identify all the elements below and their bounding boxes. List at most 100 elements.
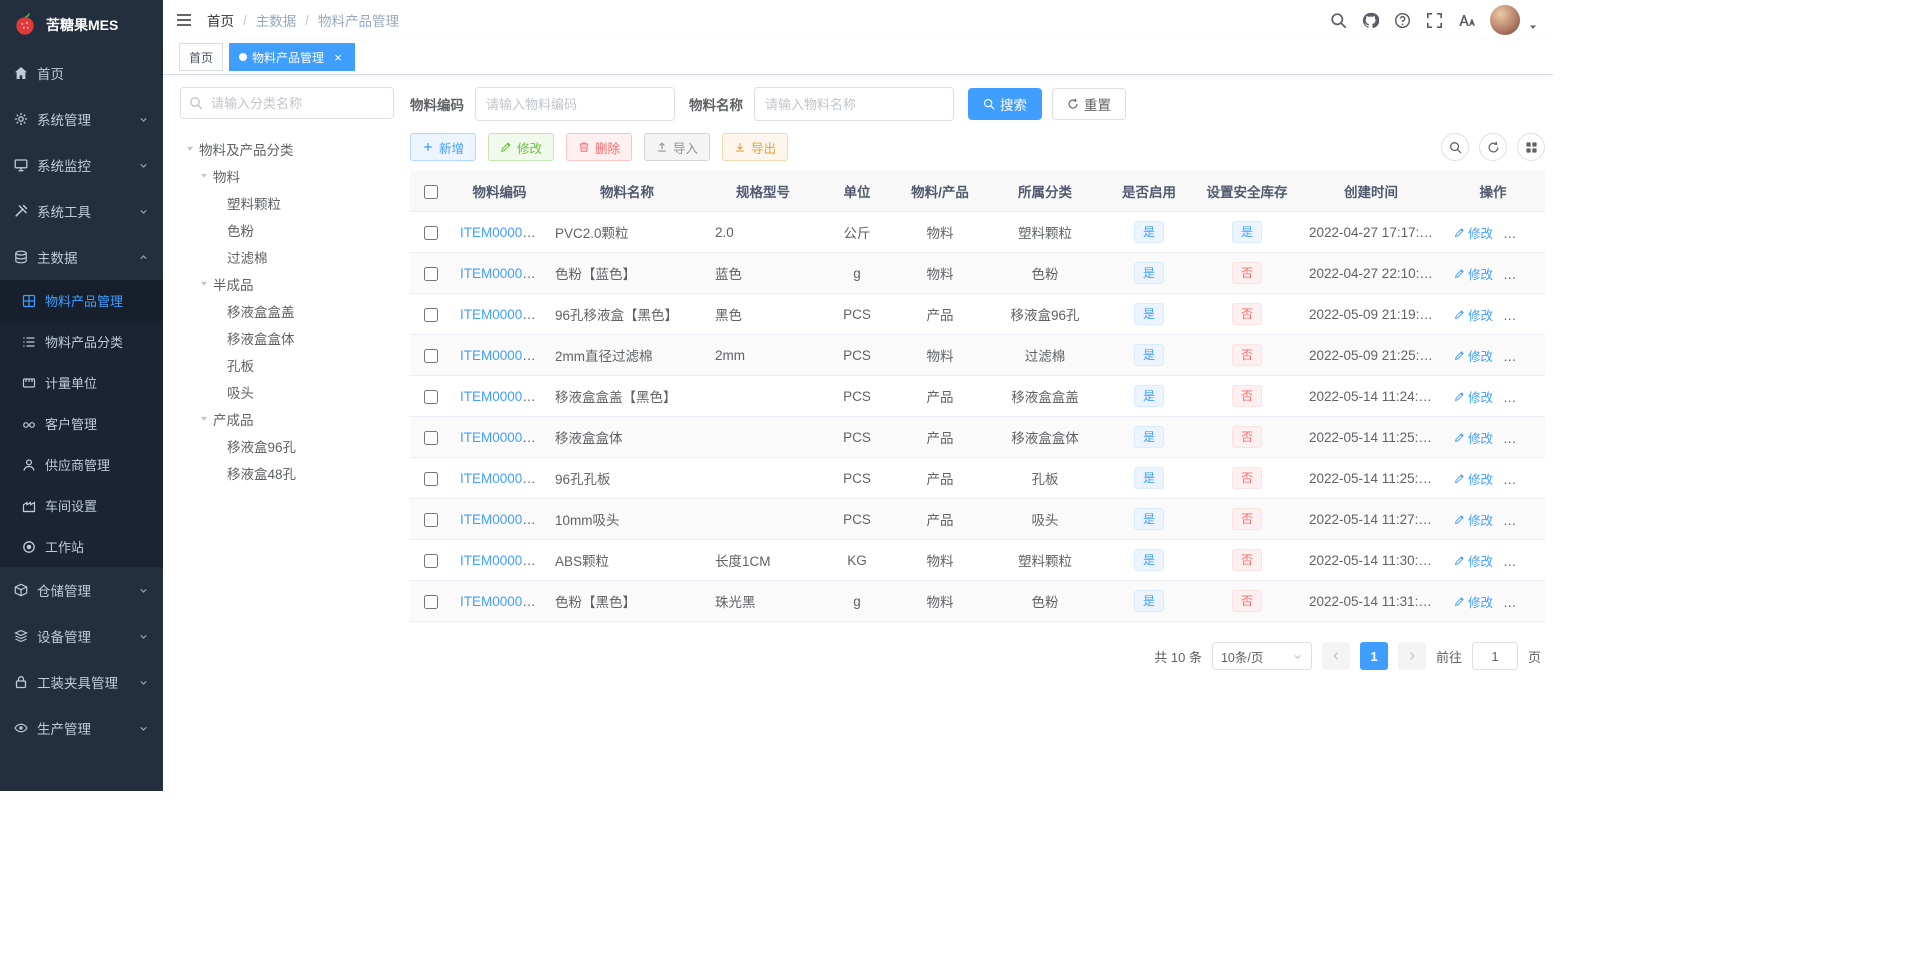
reset-button[interactable]: 重置 <box>1052 88 1126 120</box>
sidebar-item-warehouse-management[interactable]: 仓储管理 <box>0 567 163 613</box>
edit-button[interactable]: 修改 <box>488 133 555 161</box>
tree-node[interactable]: 移液盒96孔 <box>184 432 394 459</box>
type-cell: 产品 <box>895 293 985 335</box>
sidebar-item-customer-management[interactable]: 客户管理 <box>0 403 163 444</box>
sidebar-item-supplier-management[interactable]: 供应商管理 <box>0 444 163 485</box>
navbar-fullscreen-icon[interactable] <box>1426 12 1443 29</box>
sidebar-item-system-management[interactable]: 系统管理 <box>0 96 163 142</box>
next-page-button[interactable] <box>1397 642 1426 670</box>
sidebar-item-fixture-management[interactable]: 工装夹具管理 <box>0 659 163 705</box>
prev-page-button[interactable] <box>1321 642 1350 670</box>
material-code-link[interactable]: ITEM00000052 <box>460 430 547 445</box>
row-edit-button[interactable]: 修改 <box>1454 305 1493 324</box>
tree-node[interactable]: 过滤棉 <box>184 243 394 270</box>
tree-node[interactable]: 移液盒盒体 <box>184 324 394 351</box>
select-all-checkbox[interactable] <box>424 184 438 199</box>
current-page-button[interactable]: 1 <box>1359 642 1388 670</box>
edit-icon <box>1454 555 1465 566</box>
material-code-link[interactable]: ITEM00000055 <box>460 553 547 568</box>
tree-node[interactable]: 吸头 <box>184 378 394 405</box>
navbar-github-icon[interactable] <box>1362 12 1379 29</box>
user-avatar[interactable] <box>1490 5 1520 35</box>
material-code-link[interactable]: ITEM00000056 <box>460 594 547 609</box>
app-logo[interactable]: 苦糖果MES <box>0 0 163 50</box>
navbar-search-icon[interactable] <box>1330 12 1347 29</box>
sidebar-item-workstation[interactable]: 工作站 <box>0 526 163 567</box>
material-code-link[interactable]: ITEM00000053 <box>460 471 547 486</box>
close-icon[interactable]: × <box>331 50 345 64</box>
category-search-input[interactable] <box>180 87 394 119</box>
material-code-link[interactable]: ITEM00000049 <box>460 348 547 363</box>
export-button[interactable]: 导出 <box>722 133 789 161</box>
material-code-input[interactable] <box>475 87 675 121</box>
row-checkbox[interactable] <box>424 512 438 527</box>
tree-node[interactable]: 物料及产品分类 <box>184 135 394 162</box>
page-size-select[interactable]: 10条/页 <box>1211 642 1312 670</box>
sidebar-item-master-data[interactable]: 主数据 <box>0 234 163 280</box>
row-checkbox[interactable] <box>424 348 438 363</box>
row-checkbox[interactable] <box>424 225 438 240</box>
row-edit-button[interactable]: 修改 <box>1454 469 1493 488</box>
material-code-link[interactable]: ITEM00000054 <box>460 512 547 527</box>
goto-page-input[interactable] <box>1471 642 1518 670</box>
search-toggle-button[interactable] <box>1441 133 1469 161</box>
sidebar-item-workshop-settings[interactable]: 车间设置 <box>0 485 163 526</box>
tree-node[interactable]: 半成品 <box>184 270 394 297</box>
caret-down-icon[interactable] <box>1527 21 1539 33</box>
row-edit-label: 修改 <box>1468 595 1494 610</box>
tree-node[interactable]: 移液盒48孔 <box>184 459 394 486</box>
sidebar-item-equipment-management[interactable]: 设备管理 <box>0 613 163 659</box>
row-edit-button[interactable]: 修改 <box>1454 223 1493 242</box>
columns-button[interactable] <box>1517 133 1545 161</box>
tree-node[interactable]: 移液盒盒盖 <box>184 297 394 324</box>
hamburger-icon[interactable] <box>175 13 193 27</box>
row-edit-button[interactable]: 修改 <box>1454 428 1493 447</box>
delete-button[interactable]: 删除 <box>566 133 633 161</box>
navbar-font-size-icon[interactable] <box>1458 12 1475 29</box>
tree-node[interactable]: 塑料颗粒 <box>184 189 394 216</box>
row-edit-label: 修改 <box>1468 267 1494 282</box>
search-button[interactable]: 搜索 <box>968 88 1042 120</box>
sidebar-submenu-master-data: 物料产品管理 物料产品分类 计量单位 客户管理 供应商管理 车间设置 工作站 <box>0 280 163 567</box>
tree-node[interactable]: 物料 <box>184 162 394 189</box>
material-name-input[interactable] <box>754 87 954 121</box>
sidebar-item-measurement-unit[interactable]: 计量单位 <box>0 362 163 403</box>
tree-node[interactable]: 色粉 <box>184 216 394 243</box>
sidebar-item-production-management[interactable]: 生产管理 <box>0 705 163 751</box>
row-edit-button[interactable]: 修改 <box>1454 592 1493 611</box>
row-edit-button[interactable]: 修改 <box>1454 551 1493 570</box>
tabs-bar: 首页 物料产品管理 × <box>163 40 1553 75</box>
sidebar-item-material-product-category[interactable]: 物料产品分类 <box>0 321 163 362</box>
sidebar-item-system-monitor[interactable]: 系统监控 <box>0 142 163 188</box>
breadcrumb-item[interactable]: 主数据 <box>256 10 297 30</box>
material-code-cell: ITEM00000041 <box>452 252 547 294</box>
tree-node[interactable]: 产成品 <box>184 405 394 432</box>
tab-material-product-management[interactable]: 物料产品管理 × <box>229 43 356 71</box>
row-edit-button[interactable]: 修改 <box>1454 387 1493 406</box>
row-checkbox[interactable] <box>424 266 438 281</box>
material-code-link[interactable]: ITEM00000041 <box>460 266 547 281</box>
add-button[interactable]: 新增 <box>410 133 477 161</box>
row-checkbox[interactable] <box>424 389 438 404</box>
navbar-help-icon[interactable] <box>1394 12 1411 29</box>
row-checkbox[interactable] <box>424 430 438 445</box>
row-checkbox[interactable] <box>424 594 438 609</box>
breadcrumb-item[interactable]: 首页 <box>207 10 234 30</box>
row-edit-button[interactable]: 修改 <box>1454 346 1493 365</box>
refresh-button[interactable] <box>1479 133 1507 161</box>
tab-home[interactable]: 首页 <box>179 43 224 71</box>
sidebar-item-home[interactable]: 首页 <box>0 50 163 96</box>
tree-node[interactable]: 孔板 <box>184 351 394 378</box>
material-code-link[interactable]: ITEM00000037 <box>460 225 547 240</box>
row-edit-button[interactable]: 修改 <box>1454 264 1493 283</box>
row-checkbox[interactable] <box>424 553 438 568</box>
sidebar-item-material-product-management[interactable]: 物料产品管理 <box>0 280 163 321</box>
row-edit-button[interactable]: 修改 <box>1454 510 1493 529</box>
material-code-link[interactable]: ITEM00000046 <box>460 307 547 322</box>
row-checkbox[interactable] <box>424 471 438 486</box>
safety-stock-badge: 否 <box>1231 508 1262 530</box>
row-checkbox[interactable] <box>424 307 438 322</box>
sidebar-item-system-tools[interactable]: 系统工具 <box>0 188 163 234</box>
import-button[interactable]: 导入 <box>644 133 711 161</box>
material-code-link[interactable]: ITEM00000051 <box>460 389 547 404</box>
